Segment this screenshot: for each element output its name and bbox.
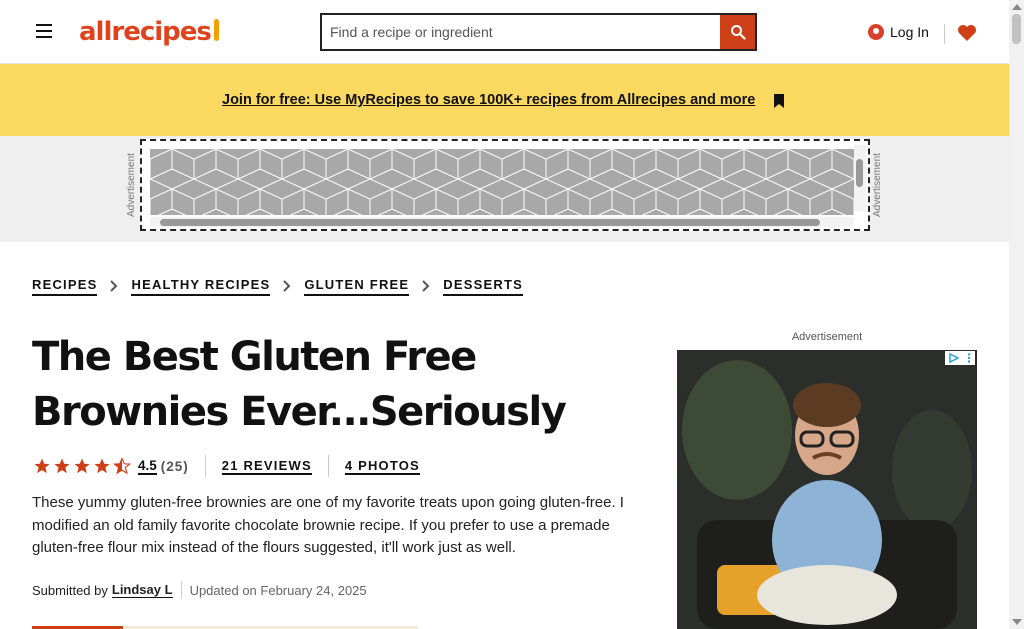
breadcrumb-healthy-recipes[interactable]: HEALTHY RECIPES [131, 276, 271, 296]
breadcrumb: RECIPES HEALTHY RECIPES GLUTEN FREE DESS… [32, 275, 523, 297]
breadcrumb-recipes[interactable]: RECIPES [32, 276, 98, 296]
star-half-icon[interactable] [112, 457, 131, 476]
ad-photo [677, 350, 977, 629]
scrollbar-thumb[interactable] [1012, 14, 1021, 44]
allrecipes-logo[interactable]: allrecipes [79, 15, 219, 49]
author-link[interactable]: Lindsay L [111, 582, 173, 598]
ad-label-right: Advertisement [872, 153, 883, 217]
site-header: allrecipes Log In [0, 0, 1009, 64]
updated-date: Updated on February 24, 2025 [189, 582, 367, 598]
promo-close-button[interactable] [770, 91, 788, 111]
breadcrumb-desserts[interactable]: DESSERTS [443, 276, 523, 296]
promo-signup-link[interactable]: Join for free: Use MyRecipes to save 100… [222, 89, 756, 111]
rating-divider [327, 455, 329, 477]
header-divider [944, 24, 945, 44]
star-icon[interactable] [32, 457, 51, 476]
logo-text: allrecipes [79, 17, 212, 47]
user-icon [868, 24, 884, 40]
reviews-link[interactable]: 21 REVIEWS [221, 458, 312, 475]
ad-frame[interactable] [140, 139, 870, 231]
rating-value[interactable]: 4.5 [138, 458, 157, 475]
page-title: The Best Gluten Free Brownies Ever...Ser… [32, 334, 567, 435]
ad-vertical-scrollbar[interactable] [854, 145, 866, 211]
side-ad-label: Advertisement [791, 331, 863, 343]
photos-link[interactable]: 4 PHOTOS [344, 458, 420, 475]
heart-icon [958, 25, 976, 41]
scroll-up-icon[interactable] [1012, 4, 1022, 10]
ad-horizontal-scrollbar[interactable] [150, 217, 854, 227]
rating-count: (25) [160, 458, 189, 474]
bookmark-icon [774, 94, 784, 108]
search-bar [320, 13, 758, 51]
search-icon [730, 25, 746, 40]
login-button[interactable]: Log In [868, 19, 929, 45]
saved-recipes-button[interactable] [955, 20, 979, 46]
byline-divider [180, 581, 182, 599]
chevron-right-icon [276, 275, 298, 297]
search-button[interactable] [720, 13, 757, 51]
search-input[interactable] [320, 13, 720, 51]
star-icon[interactable] [92, 457, 111, 476]
menu-icon[interactable] [31, 18, 57, 44]
page-scrollbar[interactable] [1009, 0, 1024, 629]
star-icon[interactable] [52, 457, 71, 476]
byline: Submitted by Lindsay L Updated on Februa… [32, 580, 367, 600]
rating-divider [204, 455, 206, 477]
ad-placeholder-pattern [150, 149, 854, 215]
adchoices-icon[interactable] [945, 351, 975, 365]
ad-label-left: Advertisement [126, 153, 137, 217]
login-label: Log In [890, 24, 929, 40]
chevron-right-icon [415, 275, 437, 297]
recipe-description: These yummy gluten-free brownies are one… [32, 494, 624, 556]
star-icon[interactable] [72, 457, 91, 476]
rating-row: 4.5 (25) 21 REVIEWS 4 PHOTOS [32, 455, 420, 477]
breadcrumb-gluten-free[interactable]: GLUTEN FREE [304, 276, 410, 296]
scroll-down-icon[interactable] [1012, 619, 1022, 625]
rating-stars[interactable] [32, 457, 131, 476]
chevron-right-icon [103, 275, 125, 297]
submitted-by-label: Submitted by [32, 582, 108, 598]
side-ad-image[interactable] [677, 350, 977, 629]
